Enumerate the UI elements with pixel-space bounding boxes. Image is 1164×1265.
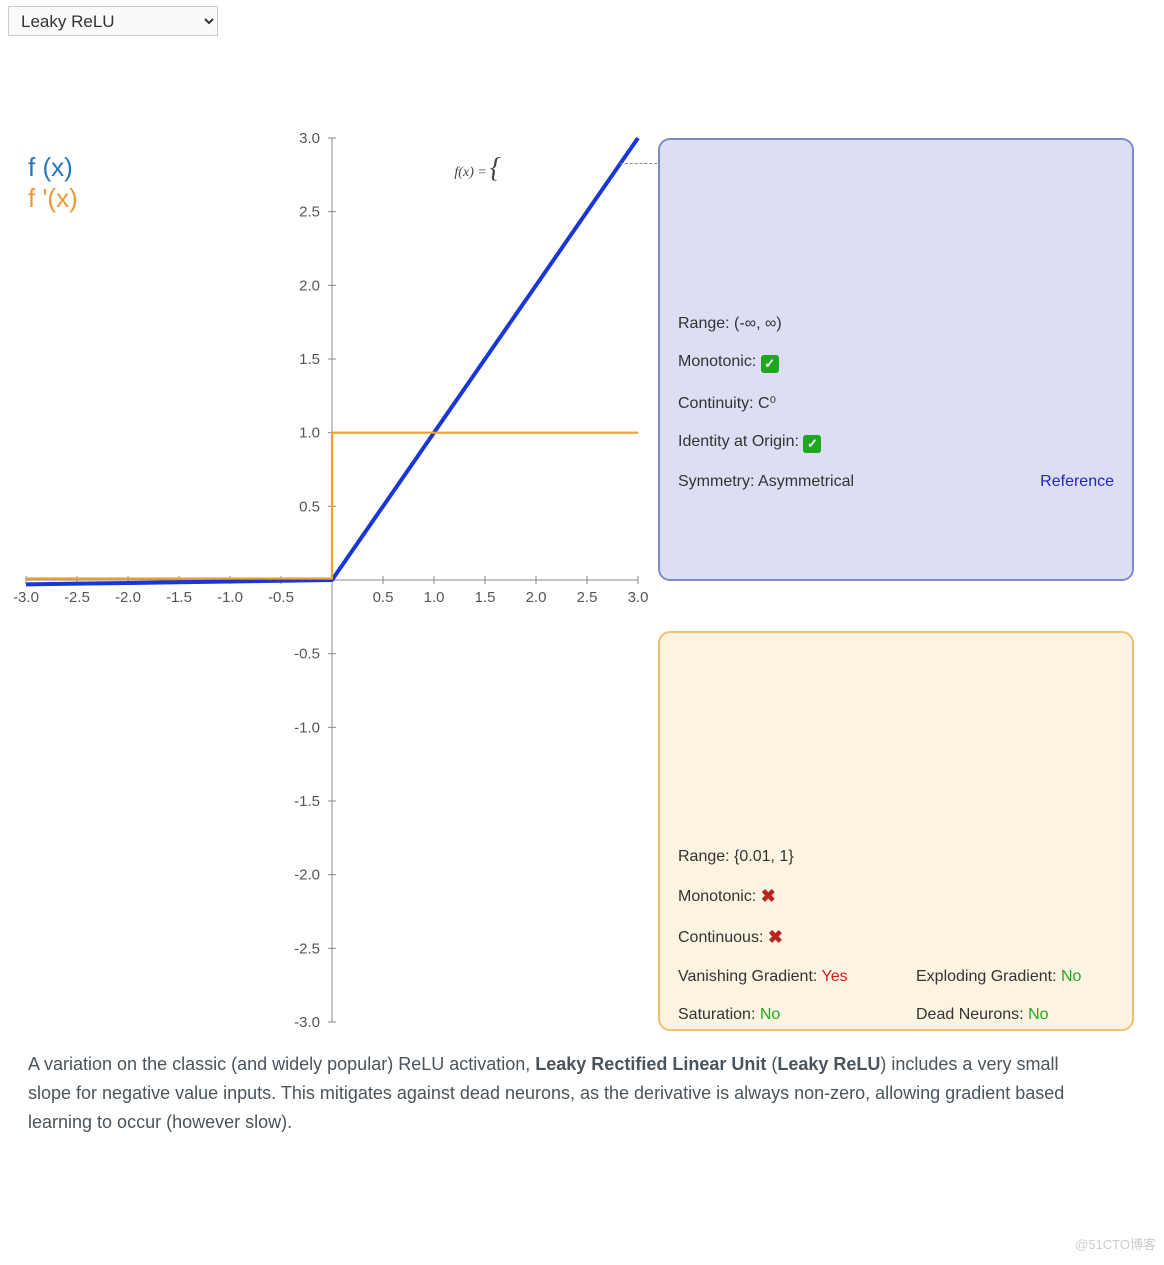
svg-text:2.0: 2.0 — [526, 589, 547, 606]
fpx-saturation-row: Saturation: No Dead Neurons: No — [678, 1006, 1114, 1024]
fx-info-box: Range: (-∞, ∞) Monotonic: ✓ Continuity: … — [658, 138, 1134, 581]
fx-symmetry-row: Symmetry: Asymmetrical Reference — [678, 473, 1114, 491]
svg-text:3.0: 3.0 — [628, 589, 648, 606]
label: Monotonic: — [678, 353, 756, 370]
x-icon: ✖ — [768, 927, 783, 947]
label: Continuity: — [678, 395, 754, 412]
activation-selector[interactable]: Leaky ReLU — [8, 6, 218, 36]
svg-text:-1.0: -1.0 — [217, 589, 243, 606]
value: C⁰ — [758, 395, 776, 412]
label: Dead Neurons: — [916, 1006, 1024, 1023]
fx-identity-row: Identity at Origin: ✓ — [678, 433, 1114, 453]
svg-text:-3.0: -3.0 — [294, 1014, 320, 1031]
svg-text:-1.5: -1.5 — [294, 793, 320, 810]
svg-text:-0.5: -0.5 — [294, 646, 320, 663]
chart-plot: -3.0 -2.5 -2.0 -1.5 -1.0 -0.5 0.5 1.0 1.5 2.0 2.5 3… — [8, 132, 648, 1032]
svg-text:1.5: 1.5 — [299, 351, 320, 368]
fpx-monotonic-row: Monotonic: ✖ — [678, 886, 1114, 907]
fpx-info-box: Range: {0.01, 1} Monotonic: ✖ Continuous… — [658, 631, 1134, 1031]
value: (-∞, ∞) — [734, 315, 782, 332]
svg-text:-3.0: -3.0 — [13, 589, 39, 606]
svg-text:2.0: 2.0 — [299, 277, 320, 294]
label: Saturation: — [678, 1006, 755, 1023]
description-text: A variation on the classic (and widely p… — [0, 1032, 1120, 1146]
watermark: @51CTO博客 — [1075, 1234, 1156, 1253]
check-icon: ✓ — [761, 355, 779, 373]
value: Yes — [822, 968, 848, 985]
svg-text:1.5: 1.5 — [475, 589, 496, 606]
value: No — [1061, 968, 1081, 985]
svg-text:2.5: 2.5 — [577, 589, 598, 606]
fpx-continuous-row: Continuous: ✖ — [678, 927, 1114, 948]
fx-continuity-row: Continuity: C⁰ — [678, 393, 1114, 413]
main-content: f (x) f '(x) -3.0-2.5-2.0-1.5-1.0-0.50.5… — [0, 42, 1164, 1032]
activation-selector-wrap: Leaky ReLU — [0, 0, 1164, 42]
svg-text:-1.0: -1.0 — [294, 719, 320, 736]
x-icon: ✖ — [761, 886, 776, 906]
svg-text:0.5: 0.5 — [299, 498, 320, 515]
svg-text:3.0: 3.0 — [299, 132, 320, 147]
formula-dash — [620, 163, 662, 164]
label: Continuous: — [678, 929, 763, 946]
svg-text:1.0: 1.0 — [299, 425, 320, 442]
label: Vanishing Gradient: — [678, 968, 817, 985]
svg-text:-2.5: -2.5 — [64, 589, 90, 606]
check-icon: ✓ — [803, 435, 821, 453]
svg-text:-2.0: -2.0 — [115, 589, 141, 606]
formula-label: f(x) ={ — [454, 157, 498, 189]
label: Exploding Gradient: — [916, 968, 1057, 985]
reference-link[interactable]: Reference — [1040, 473, 1114, 491]
value: No — [1028, 1006, 1048, 1023]
label: Range: — [678, 848, 730, 865]
svg-text:-1.5: -1.5 — [166, 589, 192, 606]
fpx-range-row: Range: {0.01, 1} — [678, 848, 1114, 866]
value: {0.01, 1} — [734, 848, 794, 865]
svg-text:1.0: 1.0 — [424, 589, 445, 606]
svg-text:-2.5: -2.5 — [294, 940, 320, 957]
label: Monotonic: — [678, 888, 756, 905]
fx-monotonic-row: Monotonic: ✓ — [678, 353, 1114, 373]
svg-text:2.5: 2.5 — [299, 204, 320, 221]
svg-text:-0.5: -0.5 — [268, 589, 294, 606]
svg-text:0.5: 0.5 — [373, 589, 394, 606]
svg-text:-2.0: -2.0 — [294, 867, 320, 884]
fx-range-row: Range: (-∞, ∞) — [678, 315, 1114, 333]
fpx-gradient-row: Vanishing Gradient: Yes Exploding Gradie… — [678, 968, 1114, 986]
label: Range: — [678, 315, 730, 332]
value: No — [760, 1006, 780, 1023]
label: Symmetry: — [678, 473, 754, 490]
label: Identity at Origin: — [678, 433, 799, 450]
value: Asymmetrical — [758, 473, 854, 490]
